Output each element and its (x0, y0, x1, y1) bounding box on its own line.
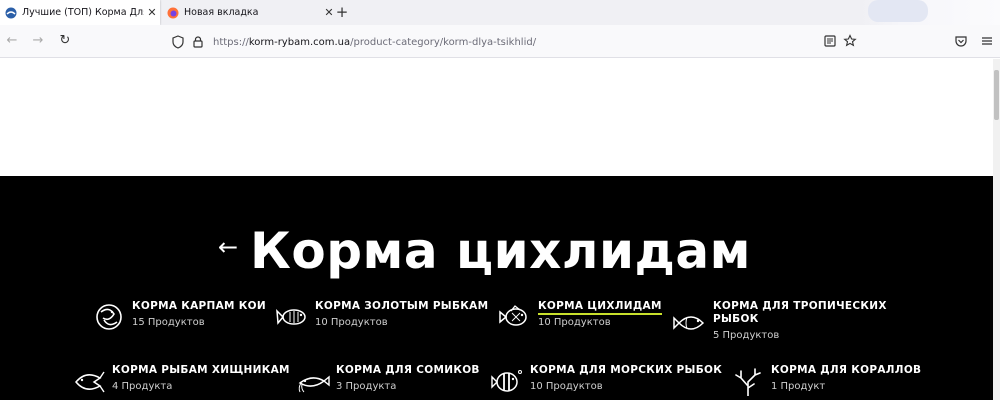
category-item-cichlid[interactable]: КОРМА ЦИХЛИДАМ 10 Продуктов (498, 300, 668, 336)
category-name: КОРМА ДЛЯ МОРСКИХ РЫБОК (530, 364, 723, 376)
category-count: 4 Продукта (112, 381, 173, 392)
menu-hamburger-icon[interactable] (980, 34, 994, 48)
tab-close-icon[interactable]: ✕ (144, 6, 160, 19)
category-count: 5 Продуктов (713, 330, 780, 341)
tab-new[interactable]: Новая вкладка ✕ (162, 0, 337, 25)
category-count: 3 Продукта (336, 381, 397, 392)
url-bar[interactable]: https://korm-rybam.com.ua/product-catego… (165, 30, 865, 54)
category-count: 1 Продукт (771, 381, 826, 392)
marine-fish-icon (491, 370, 522, 392)
tropical-fish-icon (673, 316, 705, 330)
page-title: Корма цихлидам (250, 222, 752, 280)
category-name-line-2: РЫБОК (713, 313, 759, 325)
category-item-tropical[interactable]: КОРМА ДЛЯ ТРОПИЧЕСКИХ РЫБОК 5 Продуктов (673, 300, 893, 344)
cichlid-icon (499, 305, 527, 326)
category-item-goldfish[interactable]: КОРМА ЗОЛОТЫМ РЫБКАМ 10 Продуктов (275, 300, 490, 336)
category-count: 10 Продуктов (530, 381, 603, 392)
url-host: korm-rybam.com.ua (248, 36, 351, 48)
category-item-marine[interactable]: КОРМА ДЛЯ МОРСКИХ РЫБОК 10 Продуктов (490, 364, 723, 400)
category-name-line-1: КОРМА ДЛЯ ТРОПИЧЕСКИХ (713, 300, 887, 312)
category-item-coral[interactable]: КОРМА ДЛЯ КОРАЛЛОВ 1 Продукт (731, 364, 921, 400)
back-arrow-icon[interactable]: ← (4, 33, 20, 49)
tab-active[interactable]: Лучшие (ТОП) Корма Для Цихлид ✕ (0, 0, 160, 25)
firefox-icon (167, 7, 179, 18)
category-name: КОРМА ДЛЯ СОМИКОВ (336, 364, 480, 376)
url-path: /product-category/korm-dlya-tsikhlid/ (350, 36, 537, 48)
category-count: 10 Продуктов (315, 317, 388, 328)
shield-icon[interactable] (171, 35, 185, 49)
back-arrow-link[interactable]: ← (218, 233, 238, 261)
reload-icon[interactable]: ↻ (57, 33, 73, 49)
tab-bar: Лучшие (ТОП) Корма Для Цихлид ✕ Новая вк… (0, 0, 1000, 25)
pocket-icon[interactable] (954, 34, 968, 48)
category-name: КОРМА ДЛЯ КОРАЛЛОВ (771, 364, 922, 376)
bookmark-star-icon[interactable] (843, 34, 857, 48)
url-protocol: https:// (213, 36, 249, 48)
category-name: КОРМА ЗОЛОТЫМ РЫБКАМ (315, 300, 489, 312)
category-name: КОРМА РЫБАМ ХИЩНИКАМ (112, 364, 290, 376)
coral-icon (735, 368, 761, 396)
blurred-region (868, 0, 928, 22)
lock-icon[interactable] (191, 35, 205, 49)
category-name: КОРМА ЦИХЛИДАМ (538, 300, 662, 315)
koi-icon (96, 304, 122, 330)
reader-view-icon[interactable] (823, 34, 837, 48)
tab-title: Лучшие (ТОП) Корма Для Цихлид (22, 7, 144, 18)
site-favicon-icon (5, 7, 17, 18)
navigation-bar: ← → ↻ https://korm-rybam.com.ua/product-… (0, 25, 1000, 58)
category-count: 10 Продуктов (538, 317, 611, 328)
predator-fish-icon (75, 371, 105, 393)
tab-title: Новая вкладка (184, 7, 259, 18)
category-item-koi[interactable]: КОРМА КАРПАМ КОИ 15 Продуктов (92, 300, 266, 336)
category-item-predator[interactable]: КОРМА РЫБАМ ХИЩНИКАМ 4 Продукта (72, 364, 289, 400)
category-count: 15 Продуктов (132, 317, 205, 328)
goldfish-icon (276, 309, 306, 325)
window-controls-area (860, 0, 1000, 25)
catfish-icon (298, 375, 330, 393)
scrollbar-thumb[interactable] (994, 70, 999, 120)
category-name: КОРМА КАРПАМ КОИ (132, 300, 266, 312)
forward-arrow-icon[interactable]: → (30, 33, 46, 49)
new-tab-plus-icon[interactable]: + (333, 3, 351, 21)
url-text[interactable]: https://korm-rybam.com.ua/product-catego… (213, 37, 536, 48)
category-item-catfish[interactable]: КОРМА ДЛЯ СОМИКОВ 3 Продукта (296, 364, 479, 400)
